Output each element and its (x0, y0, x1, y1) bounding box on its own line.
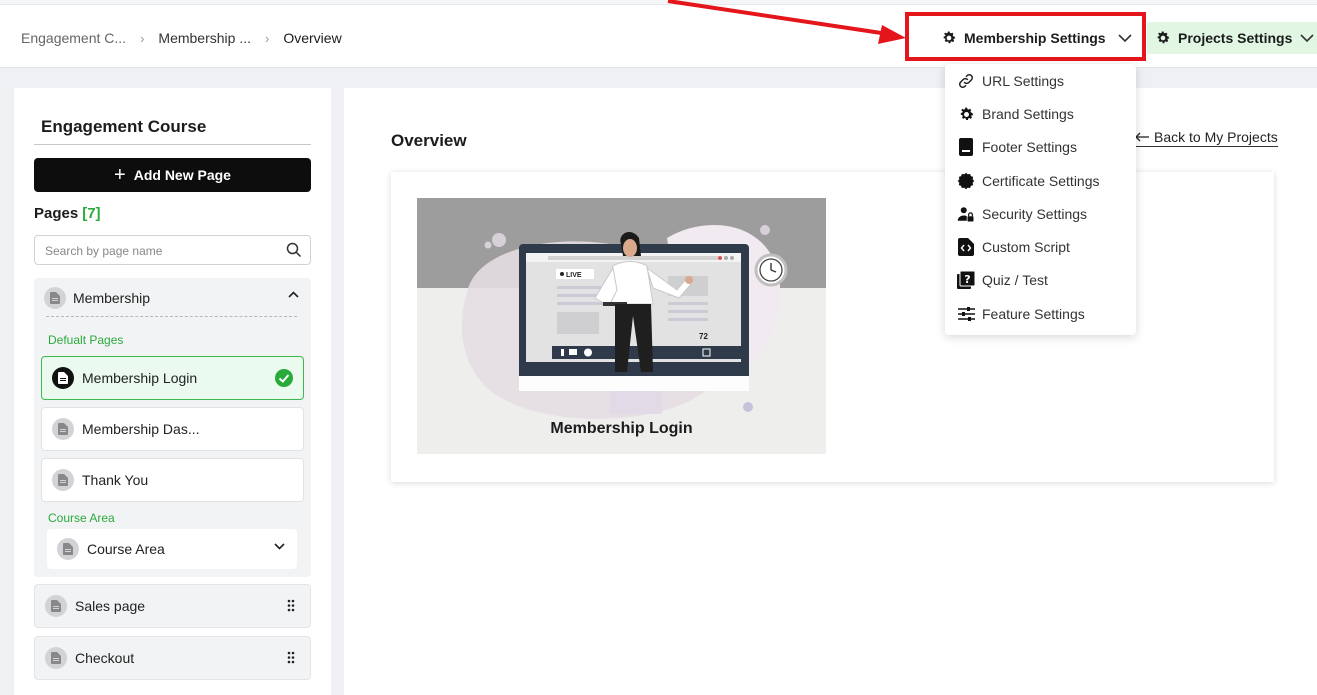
page-item-membership-login[interactable]: Membership Login (41, 356, 304, 400)
page-item-thank-you[interactable]: Thank You (41, 458, 304, 502)
add-new-page-label: Add New Page (133, 167, 231, 183)
course-area-item-label: Course Area (87, 541, 165, 557)
page-item-label: Membership Das... (82, 421, 200, 437)
page-item-sales-page[interactable]: Sales page (34, 584, 311, 628)
search-icon[interactable] (286, 242, 302, 258)
document-icon (57, 538, 79, 560)
sidebar: Engagement Course + Add New Page Pages [7… (14, 88, 331, 695)
membership-group-header[interactable]: Membership (44, 287, 150, 309)
document-icon (52, 418, 74, 440)
course-area-item[interactable]: Course Area (47, 529, 297, 569)
course-title: Engagement Course (41, 117, 207, 136)
menu-item-label: Brand Settings (982, 106, 1074, 122)
link-icon (956, 71, 976, 91)
add-new-page-button[interactable]: + Add New Page (34, 158, 311, 192)
menu-item-label: URL Settings (982, 73, 1064, 89)
membership-group: Membership Defualt Pages Membership Logi… (34, 278, 311, 577)
plus-icon: + (114, 164, 126, 186)
menu-item-label: Security Settings (982, 206, 1088, 222)
sliders-icon (956, 304, 976, 324)
breadcrumb: Engagement C... › Membership ... › Overv… (21, 30, 342, 46)
code-icon (956, 237, 976, 257)
search-placeholder: Search by page name (45, 244, 163, 258)
menu-item-label: Custom Script (982, 239, 1070, 255)
preview-card-label: Membership Login (550, 420, 693, 437)
breadcrumb-engagement[interactable]: Engagement C... (21, 30, 126, 46)
page-item-membership-dashboard[interactable]: Membership Das... (41, 407, 304, 451)
check-circle-icon (275, 369, 293, 387)
pages-heading: Pages [7] (34, 205, 101, 222)
menu-item-quiz-test[interactable]: ? Quiz / Test (956, 270, 1048, 290)
projects-settings-button[interactable]: Projects Settings (1147, 22, 1317, 54)
pages-label: Pages (34, 205, 79, 222)
menu-item-brand-settings[interactable]: Brand Settings (956, 104, 1074, 124)
svg-text:?: ? (964, 273, 970, 286)
footer-icon (956, 137, 976, 157)
menu-item-url-settings[interactable]: URL Settings (956, 71, 1064, 91)
back-link-label: Back to My Projects (1154, 129, 1278, 145)
document-icon (45, 647, 67, 669)
page-thumbnail[interactable]: LIVE 72 Membership Login (417, 198, 826, 454)
course-area-label: Course Area (48, 511, 115, 525)
main-panel: Overview Back to My Projects LIVE 72 Mem… (344, 88, 1317, 695)
menu-item-feature-settings[interactable]: Feature Settings (956, 304, 1085, 324)
user-lock-icon (956, 204, 976, 224)
back-to-projects-link[interactable]: Back to My Projects (1135, 129, 1278, 147)
default-pages-label: Defualt Pages (48, 333, 124, 347)
menu-item-certificate-settings[interactable]: Certificate Settings (956, 171, 1100, 191)
chevron-down-icon[interactable] (274, 543, 285, 550)
divider (34, 144, 311, 145)
menu-item-label: Quiz / Test (982, 272, 1048, 288)
membership-group-label: Membership (73, 290, 151, 306)
arrow-left-icon (1135, 132, 1149, 142)
chevron-up-icon[interactable] (288, 291, 299, 298)
menu-item-label: Footer Settings (982, 139, 1077, 155)
document-icon (44, 287, 66, 309)
menu-item-label: Certificate Settings (982, 173, 1100, 189)
live-badge: LIVE (566, 272, 582, 279)
search-input[interactable]: Search by page name (34, 235, 311, 265)
breadcrumb-separator-icon: › (265, 30, 270, 46)
page-item-label: Sales page (75, 598, 146, 614)
chevron-down-icon (1300, 33, 1314, 42)
drag-handle-icon[interactable] (287, 651, 295, 664)
drag-handle-icon[interactable] (287, 599, 295, 612)
menu-item-footer-settings[interactable]: Footer Settings (956, 137, 1077, 157)
page-item-checkout[interactable]: Checkout (34, 636, 311, 680)
badge-icon (956, 171, 976, 191)
page-item-label: Thank You (82, 472, 149, 488)
page-item-label: Checkout (75, 650, 135, 666)
presenter-illustration: LIVE 72 (417, 198, 826, 454)
viewer-count: 72 (699, 332, 708, 341)
document-icon (52, 367, 74, 389)
breadcrumb-overview: Overview (283, 30, 342, 46)
annotation-arrow-icon (667, 0, 906, 44)
menu-item-security-settings[interactable]: Security Settings (956, 204, 1087, 224)
document-icon (45, 595, 67, 617)
breadcrumb-separator-icon: › (140, 30, 145, 46)
membership-settings-menu: URL Settings Brand Settings Footer Setti… (945, 64, 1136, 335)
projects-settings-label: Projects Settings (1178, 30, 1293, 46)
pages-count: [7] (82, 205, 101, 222)
breadcrumb-membership[interactable]: Membership ... (158, 30, 251, 46)
menu-item-label: Feature Settings (982, 306, 1085, 322)
document-icon (52, 469, 74, 491)
gear-icon (1157, 31, 1170, 44)
dashed-divider (46, 316, 297, 317)
page-item-label: Membership Login (82, 370, 198, 386)
question-icon: ? (956, 270, 976, 290)
menu-item-custom-script[interactable]: Custom Script (956, 237, 1070, 257)
top-strip (0, 0, 1317, 5)
highlight-box (905, 12, 1146, 61)
page-preview-card: LIVE 72 Membership Login (391, 172, 1274, 482)
gear-icon (956, 104, 976, 124)
page-title: Overview (391, 131, 467, 150)
